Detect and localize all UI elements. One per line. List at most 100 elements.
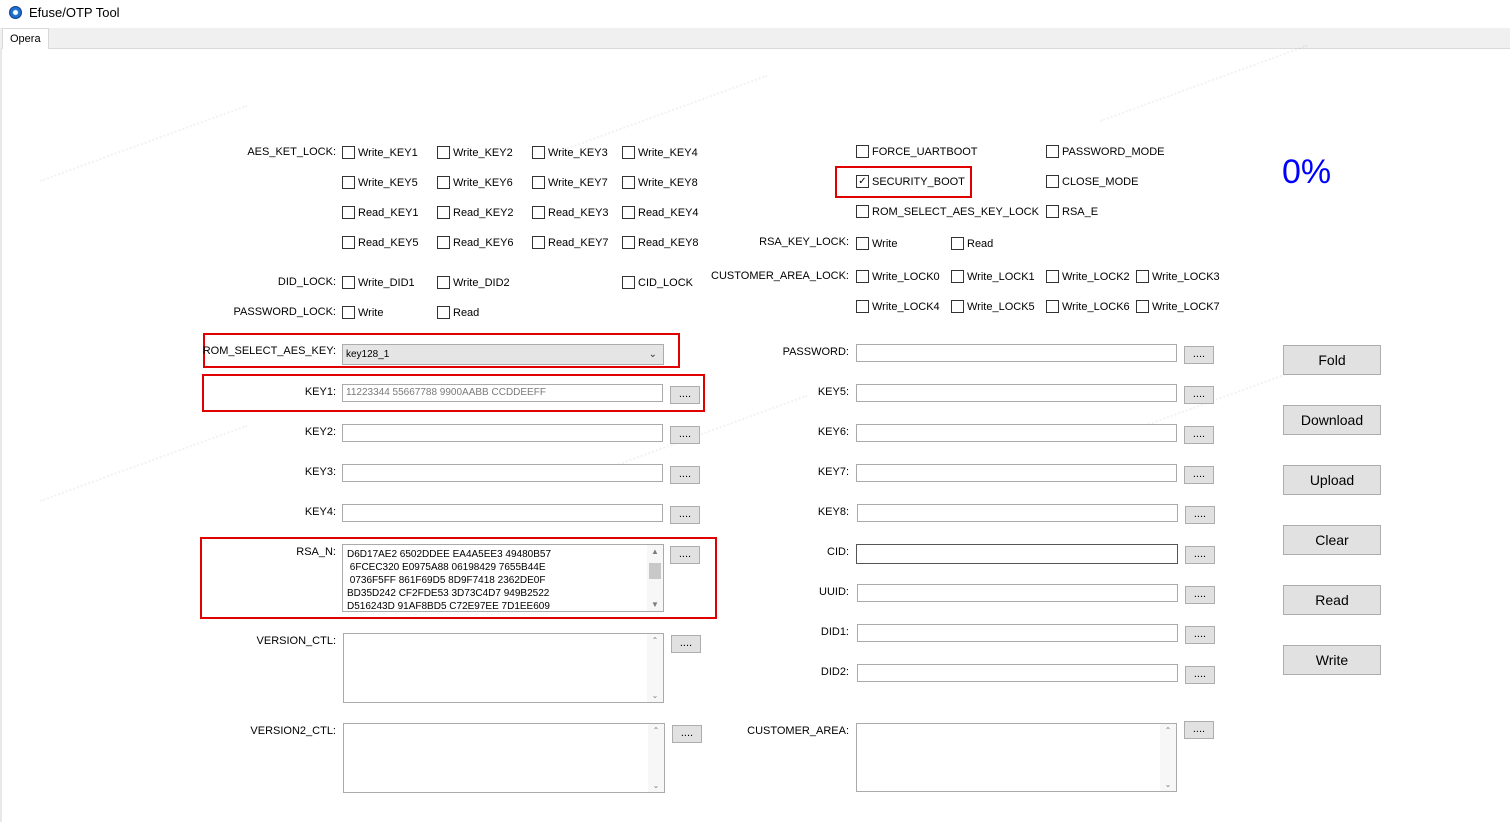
checkbox-rsa-write[interactable]: Write bbox=[856, 237, 897, 250]
key7-browse-button[interactable]: .... bbox=[1184, 466, 1214, 484]
version-ctl-textarea[interactable]: ⌃ ⌄ bbox=[343, 633, 664, 703]
version2-ctl-browse-button[interactable]: .... bbox=[672, 725, 702, 743]
checkbox-write-lock6[interactable]: Write_LOCK6 bbox=[1046, 300, 1130, 313]
checkbox-write-lock0[interactable]: Write_LOCK0 bbox=[856, 270, 940, 283]
checkbox-rsa-e[interactable]: RSA_E bbox=[1046, 205, 1098, 218]
rom-select-aes-key-dropdown[interactable]: key128_1 ⌄ bbox=[342, 344, 664, 365]
checkbox-box[interactable] bbox=[342, 306, 355, 319]
key3-input[interactable] bbox=[342, 464, 663, 482]
checkbox-write-key5[interactable]: Write_KEY5 bbox=[342, 176, 418, 189]
scroll-down-icon[interactable]: ⌄ bbox=[648, 781, 664, 790]
checkbox-password-read[interactable]: Read bbox=[437, 306, 479, 319]
did2-input[interactable] bbox=[857, 664, 1178, 682]
cid-browse-button[interactable]: .... bbox=[1185, 546, 1215, 564]
checkbox-box[interactable] bbox=[856, 237, 869, 250]
checkbox-write-key2[interactable]: Write_KEY2 bbox=[437, 146, 513, 159]
checkbox-box[interactable] bbox=[342, 176, 355, 189]
scroll-down-icon[interactable]: ▼ bbox=[647, 600, 663, 609]
version2-ctl-textarea[interactable]: ⌃ ⌄ bbox=[343, 723, 665, 793]
did2-browse-button[interactable]: .... bbox=[1185, 666, 1215, 684]
checkbox-rsa-read[interactable]: Read bbox=[951, 237, 993, 250]
key6-browse-button[interactable]: .... bbox=[1184, 426, 1214, 444]
tab-opera[interactable]: Opera bbox=[2, 28, 49, 49]
password-browse-button[interactable]: .... bbox=[1184, 346, 1214, 364]
checkbox-box[interactable] bbox=[342, 206, 355, 219]
checkbox-write-lock3[interactable]: Write_LOCK3 bbox=[1136, 270, 1220, 283]
checkbox-box[interactable] bbox=[437, 236, 450, 249]
cid-input[interactable] bbox=[856, 544, 1178, 564]
checkbox-box[interactable] bbox=[342, 146, 355, 159]
checkbox-box[interactable] bbox=[1046, 145, 1059, 158]
checkbox-write-lock5[interactable]: Write_LOCK5 bbox=[951, 300, 1035, 313]
checkbox-force-uartboot[interactable]: FORCE_UARTBOOT bbox=[856, 145, 978, 158]
checkbox-box[interactable] bbox=[622, 236, 635, 249]
uuid-input[interactable] bbox=[857, 584, 1178, 602]
checkbox-read-key3[interactable]: Read_KEY3 bbox=[532, 206, 609, 219]
checkbox-box[interactable] bbox=[342, 276, 355, 289]
version-ctl-scrollbar[interactable]: ⌃ ⌄ bbox=[647, 634, 663, 702]
scroll-up-icon[interactable]: ⌃ bbox=[648, 726, 664, 735]
write-button[interactable]: Write bbox=[1283, 645, 1381, 675]
checkbox-password-write[interactable]: Write bbox=[342, 306, 383, 319]
checkbox-box[interactable] bbox=[532, 206, 545, 219]
checkbox-box[interactable] bbox=[622, 276, 635, 289]
checkbox-write-key7[interactable]: Write_KEY7 bbox=[532, 176, 608, 189]
checkbox-box[interactable] bbox=[1136, 270, 1149, 283]
checkbox-write-key8[interactable]: Write_KEY8 bbox=[622, 176, 698, 189]
key2-browse-button[interactable]: .... bbox=[670, 426, 700, 444]
key1-browse-button[interactable]: .... bbox=[670, 386, 700, 404]
scroll-up-icon[interactable]: ⌃ bbox=[647, 636, 663, 645]
key5-browse-button[interactable]: .... bbox=[1184, 386, 1214, 404]
did1-input[interactable] bbox=[857, 624, 1178, 642]
checkbox-box[interactable] bbox=[622, 146, 635, 159]
checkbox-box[interactable] bbox=[951, 270, 964, 283]
key2-input[interactable] bbox=[342, 424, 663, 442]
checkbox-write-lock7[interactable]: Write_LOCK7 bbox=[1136, 300, 1220, 313]
version2-ctl-scrollbar[interactable]: ⌃ ⌄ bbox=[648, 724, 664, 792]
checkbox-box[interactable] bbox=[856, 205, 869, 218]
checkbox-write-key6[interactable]: Write_KEY6 bbox=[437, 176, 513, 189]
checkbox-box[interactable] bbox=[1046, 205, 1059, 218]
version-ctl-browse-button[interactable]: .... bbox=[671, 635, 701, 653]
checkbox-rom-select-aes-key-lock[interactable]: ROM_SELECT_AES_KEY_LOCK bbox=[856, 205, 1039, 218]
key3-browse-button[interactable]: .... bbox=[670, 466, 700, 484]
read-button[interactable]: Read bbox=[1283, 585, 1381, 615]
key4-browse-button[interactable]: .... bbox=[670, 506, 700, 524]
checkbox-box[interactable] bbox=[856, 145, 869, 158]
checkbox-read-key2[interactable]: Read_KEY2 bbox=[437, 206, 514, 219]
key7-input[interactable] bbox=[856, 464, 1177, 482]
checkbox-box[interactable] bbox=[532, 146, 545, 159]
key5-input[interactable] bbox=[856, 384, 1177, 402]
key6-input[interactable] bbox=[856, 424, 1177, 442]
checkbox-box[interactable] bbox=[856, 300, 869, 313]
checkbox-box[interactable] bbox=[532, 236, 545, 249]
fold-button[interactable]: Fold bbox=[1283, 345, 1381, 375]
check-mark-icon[interactable]: ✓ bbox=[856, 175, 869, 188]
uuid-browse-button[interactable]: .... bbox=[1185, 586, 1215, 604]
checkbox-write-did1[interactable]: Write_DID1 bbox=[342, 276, 415, 289]
rsa-n-scrollbar[interactable]: ▲ ▼ bbox=[647, 545, 663, 611]
checkbox-write-key1[interactable]: Write_KEY1 bbox=[342, 146, 418, 159]
checkbox-box[interactable] bbox=[532, 176, 545, 189]
checkbox-write-did2[interactable]: Write_DID2 bbox=[437, 276, 510, 289]
checkbox-box[interactable] bbox=[856, 270, 869, 283]
checkbox-box[interactable] bbox=[1046, 300, 1059, 313]
customer-area-browse-button[interactable]: .... bbox=[1184, 721, 1214, 739]
checkbox-write-lock1[interactable]: Write_LOCK1 bbox=[951, 270, 1035, 283]
key8-browse-button[interactable]: .... bbox=[1185, 506, 1215, 524]
checkbox-read-key7[interactable]: Read_KEY7 bbox=[532, 236, 609, 249]
checkbox-box[interactable] bbox=[437, 306, 450, 319]
checkbox-box[interactable] bbox=[622, 206, 635, 219]
checkbox-read-key5[interactable]: Read_KEY5 bbox=[342, 236, 419, 249]
checkbox-write-key3[interactable]: Write_KEY3 bbox=[532, 146, 608, 159]
checkbox-box[interactable] bbox=[1046, 270, 1059, 283]
checkbox-box[interactable] bbox=[951, 237, 964, 250]
checkbox-read-key4[interactable]: Read_KEY4 bbox=[622, 206, 699, 219]
checkbox-box[interactable] bbox=[437, 276, 450, 289]
checkbox-read-key1[interactable]: Read_KEY1 bbox=[342, 206, 419, 219]
did1-browse-button[interactable]: .... bbox=[1185, 626, 1215, 644]
checkbox-write-lock2[interactable]: Write_LOCK2 bbox=[1046, 270, 1130, 283]
checkbox-box[interactable] bbox=[951, 300, 964, 313]
scroll-up-icon[interactable]: ▲ bbox=[647, 547, 663, 556]
password-input[interactable] bbox=[856, 344, 1177, 362]
